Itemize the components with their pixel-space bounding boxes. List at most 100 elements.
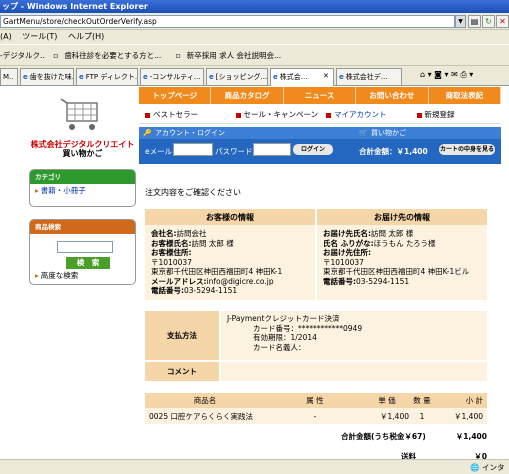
login-bar: 🔑 アカウント・ログイン 🛒 買い物かご eメール パスワード ログイン 合計金…: [139, 127, 501, 164]
nav-top-page[interactable]: トップページ: [139, 87, 212, 104]
login-header: 🔑 アカウント・ログイン 🛒 買い物かご: [139, 127, 501, 139]
nav-contact[interactable]: お問い合わせ: [356, 87, 429, 104]
login-button[interactable]: ログイン: [293, 144, 333, 155]
tab[interactable]: e 歯を抜けた味...: [20, 68, 74, 85]
cart-total: 合計金額：￥1,400: [359, 147, 428, 156]
column-header: 商品名: [145, 393, 265, 408]
comment-value: [220, 361, 487, 381]
password-field[interactable]: [253, 143, 291, 156]
arrow-icon: ▸: [35, 186, 39, 195]
menu-item-help[interactable]: ヘルプ(H): [68, 32, 104, 41]
print-icon[interactable]: ⎙ ▾: [460, 70, 473, 79]
arrow-icon: ▸: [35, 271, 39, 280]
tab[interactable]: e -コンサルティ...: [140, 68, 204, 85]
address-dropdown-button[interactable]: ▼: [455, 15, 466, 28]
column-header: 属 性: [265, 393, 365, 408]
page-viewport: 株式会社デジタルクリエイト 買い物かご カテゴリ ▸ 書籍・小冊子 商品検索 検 …: [0, 87, 509, 474]
search-heading: 商品検索: [30, 220, 135, 234]
sub-navigation: ベストセラー セール・キャンペーン マイアカウント 新規登録: [139, 106, 501, 124]
total-label: 合計金額(うち税金￥67): [341, 432, 426, 441]
nav-bestseller[interactable]: ベストセラー: [139, 106, 230, 123]
password-label: パスワード: [215, 147, 253, 156]
mail-icon[interactable]: ✉: [451, 70, 458, 79]
delivery-info-heading: お届け先の情報: [316, 209, 487, 225]
payment-method-value: J-Paymentクレジットカード決済 カード番号：************09…: [220, 311, 487, 362]
advanced-search-link[interactable]: ▸ 高度な検索: [30, 269, 135, 283]
nav-register[interactable]: 新規登録: [411, 106, 502, 123]
page-icon: ▫: [53, 51, 59, 60]
feeds-icon[interactable]: ▾ ◙ ▾: [428, 70, 449, 79]
item-name: 0025 口腔ケアらくらく実践法: [145, 408, 265, 424]
view-cart-button[interactable]: カートの中身を見る: [439, 144, 495, 155]
column-header: 数 量: [409, 393, 435, 408]
stop-icon[interactable]: ✕: [496, 15, 509, 28]
bullet-icon: [326, 112, 331, 118]
menu-item-favorites[interactable]: (A): [0, 32, 12, 41]
internet-zone-icon: 🌐: [470, 463, 480, 472]
comment-label: コメント: [145, 361, 221, 381]
email-field[interactable]: [173, 143, 213, 156]
address-input[interactable]: GartMenu/store/checkOutOrderVerify.asp: [0, 15, 455, 28]
toolbar-icons: ⌂ ▾ ◙ ▾ ✉ ⎙ ▾: [420, 70, 473, 80]
column-header: 小 計: [435, 393, 487, 408]
category-heading: カテゴリ: [30, 170, 135, 184]
page-title: 注文内容をご確認ください: [145, 188, 241, 197]
favorites-bar: -デジタルク.. ▫ 歯科往診を必要とする方と... ▫ 新卒採用 求人 会社説明会…: [0, 44, 509, 66]
favorite-link[interactable]: -デジタルク..: [0, 51, 45, 60]
cart-heading: 買い物かご: [371, 129, 406, 137]
delivery-info: お届け先氏名:訪問 太郎 様 氏名 ふりがな:ほうもん たろう様 お届け先住所:…: [316, 225, 487, 300]
menu-item-tools[interactable]: ツール(T): [22, 32, 57, 41]
nav-my-account[interactable]: マイアカウント: [320, 106, 411, 123]
window-title: ップ - Windows Internet Explorer: [0, 0, 509, 13]
items-header-row: 商品名 属 性 単 価 数 量 小 計: [145, 393, 487, 408]
category-link-books[interactable]: ▸ 書籍・小冊子: [30, 184, 135, 198]
item-unit-price: ￥1,400: [365, 408, 409, 424]
nav-sale[interactable]: セール・キャンペーン: [230, 106, 321, 123]
page-icon: ▫: [175, 51, 181, 60]
ie-icon: e: [209, 73, 214, 81]
category-box: カテゴリ ▸ 書籍・小冊子: [29, 169, 136, 207]
login-heading: アカウント・ログイン: [155, 129, 225, 137]
favorite-link[interactable]: ▫ 新卒採用 求人 会社説明会...: [176, 51, 288, 60]
close-tab-icon[interactable]: ✕: [323, 72, 329, 80]
ie-icon: e: [79, 73, 84, 81]
order-info-table: お客様の情報 お届け先の情報 会社名:訪問会社 お客様氏名:訪問 太郎 様 お客…: [145, 209, 487, 300]
customer-info-heading: お客様の情報: [145, 209, 317, 225]
cart-small-icon: 🛒: [359, 129, 368, 137]
search-button[interactable]: 検 索: [66, 257, 110, 269]
items-table: 商品名 属 性 単 価 数 量 小 計 0025 口腔ケアらくらく実践法 - ￥…: [145, 393, 487, 424]
total-amount: ￥1,400: [455, 432, 487, 441]
search-box: 商品検索 検 索 ▸ 高度な検索: [29, 219, 136, 285]
ie-icon: e: [23, 73, 28, 81]
email-label: eメール: [145, 147, 173, 156]
ie-icon: e: [273, 73, 278, 81]
left-gutter: [0, 87, 10, 474]
tab[interactable]: e [ショッピング...: [206, 68, 268, 85]
item-subtotal: ￥1,400: [435, 408, 487, 424]
menu-bar: (A) ツール(T) ヘルプ(H): [0, 30, 509, 44]
column-header: 単 価: [365, 393, 409, 408]
payment-table: 支払方法 J-Paymentクレジットカード決済 カード番号：*********…: [145, 311, 487, 381]
key-icon: 🔑: [143, 129, 152, 137]
tab[interactable]: e FTP ディレクト...: [76, 68, 138, 85]
shop-subtitle: 買い物かご: [62, 149, 103, 158]
customer-info: 会社名:訪問会社 お客様氏名:訪問 太郎 様 お客様住所: 〒1010037 東…: [145, 225, 317, 300]
top-navigation: トップページ 商品カタログ ニュース お問い合わせ 商取法表記: [139, 87, 502, 104]
nav-news[interactable]: ニュース: [284, 87, 357, 104]
compat-view-icon[interactable]: ▤: [468, 15, 481, 28]
status-bar: 🌐 インタ: [0, 459, 509, 474]
refresh-icon[interactable]: ↻: [482, 15, 495, 28]
address-bar: GartMenu/store/checkOutOrderVerify.asp ▼…: [0, 13, 509, 30]
search-input[interactable]: [57, 241, 113, 253]
tab-bar: M.. e 歯を抜けた味... e FTP ディレクト... e -コンサルティ...…: [0, 66, 509, 86]
home-icon[interactable]: ⌂: [420, 70, 425, 79]
favorite-link[interactable]: ▫ 歯科往診を必要とする方と...: [53, 51, 167, 60]
table-row: 0025 口腔ケアらくらく実践法 - ￥1,400 1 ￥1,400: [145, 408, 487, 424]
tab[interactable]: e 株式会社デ...: [336, 68, 402, 85]
tab[interactable]: M..: [0, 68, 18, 85]
sidebar: 株式会社デジタルクリエイト 買い物かご カテゴリ ▸ 書籍・小冊子 商品検索 検 …: [26, 87, 139, 474]
shop-logo[interactable]: 株式会社デジタルクリエイト 買い物かご: [26, 87, 139, 172]
nav-catalog[interactable]: 商品カタログ: [211, 87, 284, 104]
nav-legal[interactable]: 商取法表記: [429, 87, 502, 104]
main-content: トップページ 商品カタログ ニュース お問い合わせ 商取法表記 ベストセラー セ…: [139, 87, 502, 474]
